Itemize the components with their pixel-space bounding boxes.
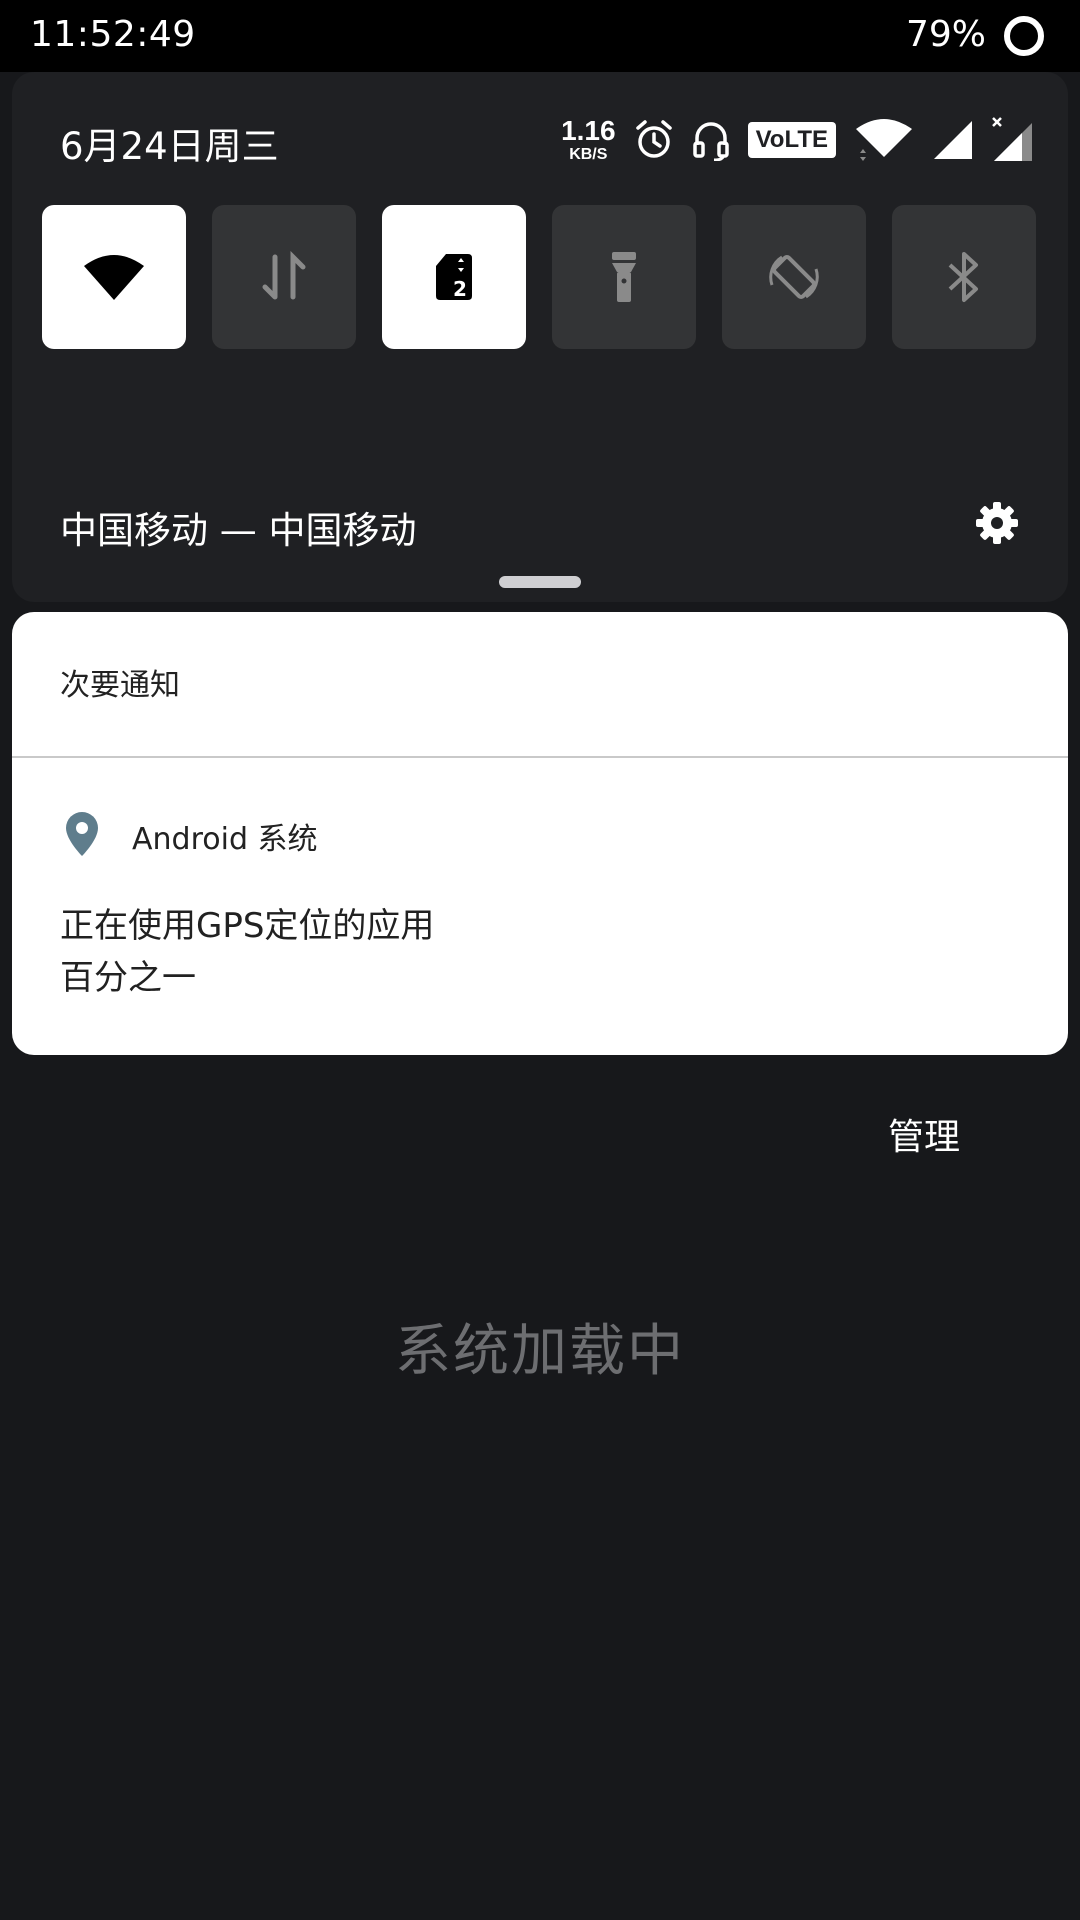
bluetooth-icon xyxy=(948,252,978,302)
manage-button[interactable]: 管理 xyxy=(888,1108,960,1160)
tile-wifi[interactable] xyxy=(42,205,186,349)
tile-flashlight[interactable] xyxy=(552,205,696,349)
svg-text:2: 2 xyxy=(453,277,467,301)
panel-drag-handle[interactable] xyxy=(499,576,581,588)
sim-card-2-icon: 2 xyxy=(436,254,472,301)
divider xyxy=(12,756,1068,758)
notification-card[interactable]: 次要通知 Android 系统 正在使用GPS定位的应用 百分之一 xyxy=(12,612,1068,1055)
status-time: 11:52:49 xyxy=(30,14,196,55)
network-speed: 1.16 KB/S xyxy=(561,117,616,163)
network-speed-unit: KB/S xyxy=(569,146,608,163)
cellular-signal-icon xyxy=(934,121,972,159)
wifi-icon xyxy=(84,255,144,300)
battery-percentage: 79% xyxy=(905,14,986,55)
status-bar: 11:52:49 79% xyxy=(0,0,1080,72)
network-speed-value: 1.16 xyxy=(561,115,616,146)
date-label: 6月24日周三 xyxy=(60,125,279,168)
quick-tiles: 2 xyxy=(42,205,1036,349)
flashlight-icon xyxy=(612,252,636,302)
tile-sim-2[interactable]: 2 xyxy=(382,205,526,349)
tile-auto-rotate[interactable] xyxy=(722,205,866,349)
rotate-icon xyxy=(769,255,819,299)
cellular-signal-2-icon xyxy=(992,117,1032,161)
wifi-signal-icon xyxy=(856,119,912,161)
volte-badge: VoLTE xyxy=(747,122,836,158)
battery-ring-icon xyxy=(1004,16,1044,56)
tile-mobile-data[interactable] xyxy=(212,205,356,349)
section-title: 次要通知 xyxy=(60,668,180,703)
tile-bluetooth[interactable] xyxy=(892,205,1036,349)
data-arrows-icon xyxy=(262,251,306,300)
alarm-icon xyxy=(635,120,672,158)
carrier-label: 中国移动 — 中国移动 xyxy=(60,509,417,552)
settings-gear-icon[interactable] xyxy=(974,500,1020,546)
notification-title: 正在使用GPS定位的应用 xyxy=(60,906,435,946)
loading-text: 系统加载中 xyxy=(395,1319,685,1384)
location-pin-icon xyxy=(66,812,98,856)
notification-app-name: Android 系统 xyxy=(132,822,318,857)
quick-settings-panel: 6月24日周三 1.16 KB/S VoLTE 2 中国移动 — 中国移动 xyxy=(12,72,1068,602)
headset-icon xyxy=(692,122,729,161)
status-icons: 1.16 KB/S VoLTE xyxy=(561,110,1034,170)
notification-text: 百分之一 xyxy=(60,958,196,998)
